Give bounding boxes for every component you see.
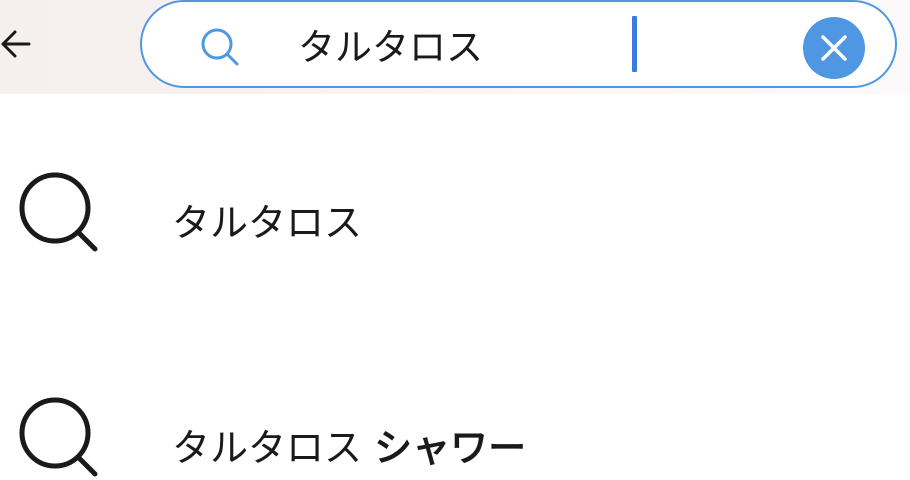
search-icon bbox=[19, 397, 98, 477]
clear-search-button[interactable] bbox=[803, 17, 865, 79]
text-caret bbox=[632, 16, 637, 72]
search-header bbox=[0, 0, 910, 94]
suggestion-item[interactable]: タルタロス シャワー bbox=[0, 367, 910, 480]
search-input[interactable] bbox=[298, 16, 788, 72]
arrow-left-icon bbox=[1, 30, 31, 58]
suggestion-list: タルタロス タルタロス シャワー bbox=[0, 94, 910, 480]
search-field[interactable] bbox=[140, 0, 897, 88]
suggestion-label: タルタロス シャワー bbox=[172, 417, 526, 472]
suggestion-prefix: タルタロス bbox=[172, 426, 363, 470]
search-icon bbox=[201, 28, 239, 66]
suggestion-completion: シャワー bbox=[374, 426, 527, 470]
suggestion-label: タルタロス bbox=[172, 192, 362, 247]
search-screen: タルタロス タルタロス シャワー bbox=[0, 0, 910, 480]
back-button[interactable] bbox=[0, 24, 36, 64]
suggestion-item[interactable]: タルタロス bbox=[0, 142, 910, 262]
suggestion-prefix: タルタロス bbox=[172, 201, 363, 245]
close-icon bbox=[821, 35, 847, 61]
search-icon bbox=[19, 172, 98, 252]
